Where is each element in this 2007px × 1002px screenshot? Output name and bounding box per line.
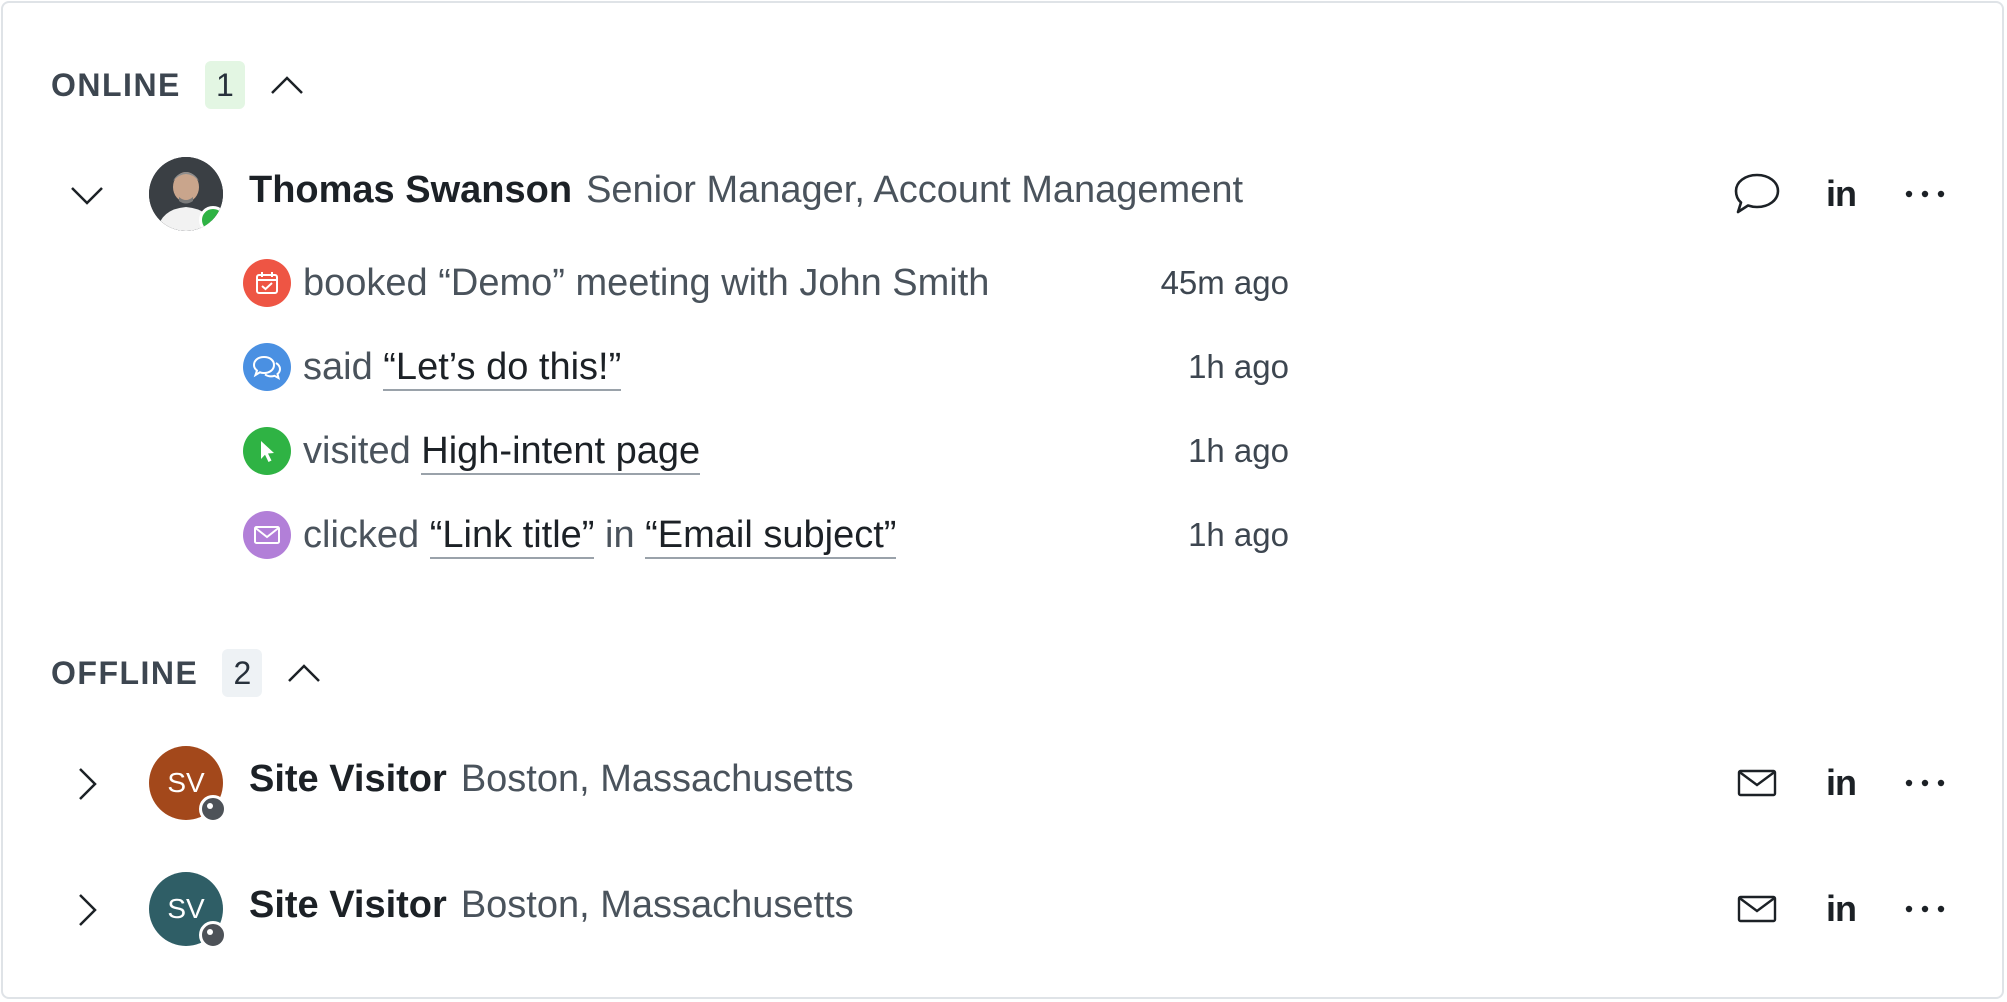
activity-item: booked “Demo” meeting with John Smith 45… — [243, 241, 1289, 325]
visitor-location: Boston, Massachusetts — [460, 758, 854, 800]
visitors-panel: ONLINE 1 Thomas Swanson Senior Manager, A… — [1, 1, 2004, 999]
offline-section-title: OFFLINE — [51, 654, 199, 691]
more-options-button[interactable] — [1897, 758, 1953, 808]
email-subject-link[interactable]: “Email subject” — [645, 513, 897, 559]
email-button[interactable] — [1729, 758, 1785, 808]
more-horizontal-icon — [1905, 779, 1945, 787]
activity-item: visited High-intent page 1h ago — [243, 409, 1289, 493]
email-button[interactable] — [1729, 884, 1785, 934]
quote-link[interactable]: “Let’s do this!” — [383, 345, 622, 391]
activity-booked-text: booked “Demo” meeting with John Smith — [303, 261, 990, 304]
person-title: Senior Manager, Account Management — [586, 169, 1244, 211]
activity-connector-in: in — [605, 513, 635, 556]
visitor-heading: Site Visitor Boston, Massachusetts — [249, 758, 854, 801]
chevron-right-icon — [79, 894, 97, 926]
page-link[interactable]: High-intent page — [421, 429, 701, 475]
activity-text: visited High-intent page — [303, 429, 701, 475]
offline-visitor-row[interactable]: SV Site Visitor Boston, Massachusetts in — [3, 746, 2002, 823]
cursor-icon — [243, 427, 291, 475]
offline-status-dot — [199, 795, 227, 823]
activity-item: clicked “Link title” in “Email subject” … — [243, 493, 1289, 577]
online-collapse-button[interactable] — [267, 65, 307, 105]
activity-verb-said: said — [303, 345, 373, 388]
visitor-initials: SV — [167, 767, 205, 798]
person-heading: Thomas Swanson Senior Manager, Account Ma… — [249, 169, 1243, 212]
activity-time: 1h ago — [1188, 348, 1289, 385]
activity-time: 45m ago — [1160, 264, 1289, 301]
link-title-link[interactable]: “Link title” — [429, 513, 595, 559]
visitor-actions: in — [1729, 884, 1953, 934]
linkedin-icon: in — [1826, 888, 1857, 929]
linkedin-button[interactable]: in — [1813, 884, 1869, 934]
more-options-button[interactable] — [1897, 884, 1953, 934]
offline-count-badge: 2 — [222, 649, 263, 697]
visitor-avatar[interactable]: SV — [149, 872, 227, 949]
visitor-avatar[interactable]: SV — [149, 746, 227, 823]
offline-visitor-row[interactable]: SV Site Visitor Boston, Massachusetts in — [3, 872, 2002, 949]
visitor-heading: Site Visitor Boston, Massachusetts — [249, 884, 854, 927]
activity-list: booked “Demo” meeting with John Smith 45… — [243, 241, 1289, 577]
linkedin-button[interactable]: in — [1813, 169, 1869, 219]
avatar-thomas-swanson[interactable] — [149, 157, 223, 231]
linkedin-button[interactable]: in — [1813, 758, 1869, 808]
linkedin-icon: in — [1826, 762, 1857, 803]
person-actions: in — [1729, 169, 1953, 219]
more-horizontal-icon — [1905, 905, 1945, 913]
chat-bubble-icon — [1734, 173, 1780, 214]
visitor-initials: SV — [167, 893, 205, 924]
activity-time: 1h ago — [1188, 516, 1289, 553]
visitor-actions: in — [1729, 758, 1953, 808]
envelope-icon — [1737, 895, 1777, 923]
visitor-name[interactable]: Site Visitor — [249, 758, 447, 800]
collapse-person-toggle[interactable] — [67, 175, 107, 215]
activity-text: said “Let’s do this!” — [303, 345, 622, 391]
activity-verb-clicked: clicked — [303, 513, 420, 556]
visitor-location: Boston, Massachusetts — [460, 884, 854, 926]
online-count-badge: 1 — [204, 61, 245, 109]
envelope-icon — [1737, 769, 1777, 797]
activity-item: said “Let’s do this!” 1h ago — [243, 325, 1289, 409]
online-section-title: ONLINE — [51, 66, 181, 103]
envelope-icon — [243, 511, 291, 559]
chat-bubbles-icon — [243, 343, 291, 391]
activity-text: booked “Demo” meeting with John Smith — [303, 262, 989, 305]
more-horizontal-icon — [1905, 190, 1945, 198]
chevron-up-icon — [288, 664, 321, 682]
online-section-header: ONLINE 1 — [51, 61, 307, 109]
linkedin-icon: in — [1826, 173, 1857, 214]
person-name[interactable]: Thomas Swanson — [249, 169, 572, 211]
chat-button[interactable] — [1729, 169, 1785, 219]
online-status-dot — [199, 206, 223, 231]
chevron-down-icon — [71, 187, 103, 205]
expand-visitor-toggle[interactable] — [67, 890, 107, 930]
activity-text: clicked “Link title” in “Email subject” — [303, 513, 897, 559]
activity-time: 1h ago — [1188, 432, 1289, 469]
offline-status-dot — [199, 921, 227, 949]
calendar-check-icon — [243, 259, 291, 307]
chevron-up-icon — [271, 76, 303, 94]
online-person-row[interactable]: Thomas Swanson Senior Manager, Account Ma… — [3, 157, 2002, 233]
activity-verb-visited: visited — [303, 429, 411, 472]
offline-section-header: OFFLINE 2 — [51, 649, 324, 697]
visitor-name[interactable]: Site Visitor — [249, 884, 447, 926]
offline-collapse-button[interactable] — [284, 653, 324, 693]
expand-visitor-toggle[interactable] — [67, 764, 107, 804]
more-options-button[interactable] — [1897, 169, 1953, 219]
chevron-right-icon — [79, 768, 97, 800]
